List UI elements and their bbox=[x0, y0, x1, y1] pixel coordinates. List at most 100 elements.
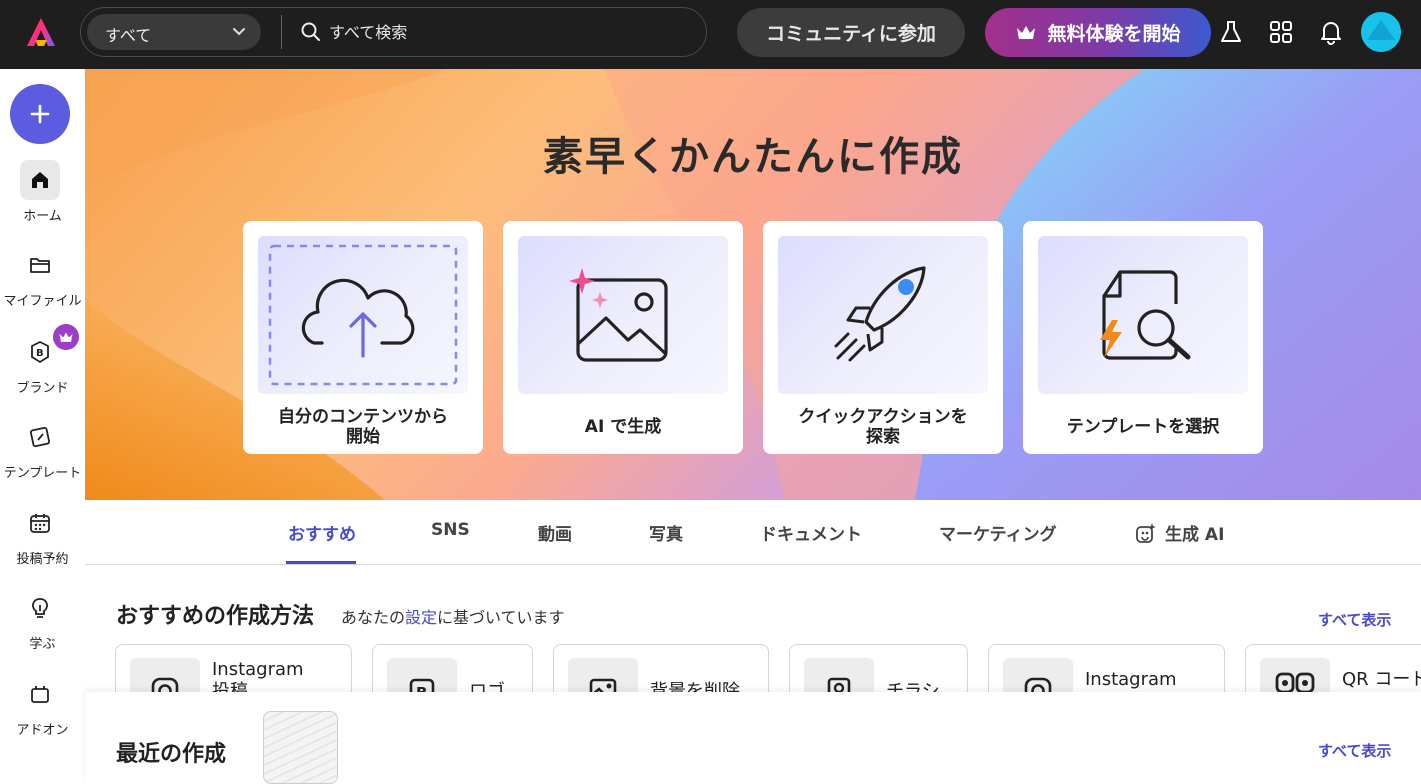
search-icon bbox=[301, 22, 320, 41]
start-from-content-card[interactable]: 自分のコンテンツから 開始 bbox=[243, 221, 483, 454]
choose-template-card[interactable]: テンプレートを選択 bbox=[1023, 221, 1263, 454]
tab-marketing[interactable]: マーケティング bbox=[939, 520, 1057, 545]
chevron-down-icon bbox=[233, 28, 245, 36]
active-tab-indicator bbox=[286, 561, 356, 564]
tab-recommended[interactable]: おすすめ bbox=[288, 520, 356, 545]
recent-see-all-link[interactable]: すべて表示 bbox=[1318, 740, 1391, 761]
recommended-card-logo[interactable]: B ロゴ bbox=[372, 644, 533, 692]
card-illustration bbox=[778, 236, 988, 394]
category-tabs: おすすめ SNS 動画 写真 ドキュメント マーケティング 生成 AI bbox=[85, 500, 1421, 565]
search-input[interactable] bbox=[329, 16, 689, 48]
sidebar-item-label: ホーム bbox=[23, 209, 62, 224]
card-label: クイックアクションを 探索 bbox=[763, 407, 1003, 447]
explore-quick-actions-card[interactable]: クイックアクションを 探索 bbox=[763, 221, 1003, 454]
create-new-button[interactable] bbox=[10, 84, 70, 144]
recommended-strip: Instagram 投稿 B ロゴ 背景を削除 チラシ bbox=[85, 644, 1421, 692]
folder-icon-wrap bbox=[20, 245, 60, 285]
card-label: 自分のコンテンツから 開始 bbox=[243, 407, 483, 447]
folder-icon bbox=[30, 258, 50, 273]
search-scope-label: すべて bbox=[105, 26, 152, 45]
search-scope-select[interactable]: すべて bbox=[87, 14, 261, 50]
recommended-card-instagram[interactable]: Instagram bbox=[988, 644, 1225, 692]
sparkle-image-icon bbox=[1136, 522, 1156, 543]
avatar-graphic bbox=[1361, 12, 1401, 52]
sidebar-item-label: 学ぶ bbox=[29, 637, 56, 652]
recommended-subtitle-prefix: あなたの bbox=[341, 608, 406, 627]
card-illustration bbox=[258, 236, 468, 394]
sidebar-item-schedule[interactable]: 投稿予約 bbox=[0, 503, 85, 573]
premium-crown-badge bbox=[53, 324, 79, 350]
recommended-subtitle: あなたの設定に基づいています bbox=[341, 604, 565, 628]
card-illustration bbox=[1038, 236, 1248, 394]
card-thumb bbox=[1003, 658, 1073, 692]
start-free-trial-label: 無料体験を開始 bbox=[1047, 23, 1181, 45]
hero-banner: 素早くかんたんに作成 自分のコンテンツから 開始 AI で生成 クイックアクショ… bbox=[85, 69, 1421, 500]
recommended-title: おすすめの作成方法 bbox=[116, 604, 315, 629]
generate-with-ai-card[interactable]: AI で生成 bbox=[503, 221, 743, 454]
sidebar-item-learn[interactable]: 学ぶ bbox=[0, 588, 85, 658]
card-name: ロゴ bbox=[469, 681, 505, 692]
card-name: QR コード bbox=[1342, 669, 1421, 690]
start-free-trial-button[interactable]: 無料体験を開始 bbox=[985, 8, 1211, 57]
apps-grid-icon[interactable] bbox=[1268, 19, 1294, 45]
card-thumb bbox=[130, 658, 200, 692]
recommended-see-all-link[interactable]: すべて表示 bbox=[1318, 609, 1391, 630]
card-name: Instagram 投稿 bbox=[212, 659, 304, 692]
tab-sns[interactable]: SNS bbox=[431, 520, 470, 540]
search-bar: すべて bbox=[80, 7, 707, 57]
sidebar-item-addons[interactable]: アドオン bbox=[0, 674, 85, 744]
calendar-icon-wrap bbox=[20, 503, 60, 543]
bell-icon[interactable] bbox=[1318, 19, 1344, 45]
recent-title: 最近の作成 bbox=[116, 742, 227, 767]
crown-icon bbox=[1017, 25, 1036, 39]
card-label: テンプレートを選択 bbox=[1023, 417, 1263, 437]
template-icon-wrap bbox=[20, 417, 60, 457]
logo-icon: B bbox=[409, 678, 435, 692]
settings-link[interactable]: 設定 bbox=[405, 608, 437, 627]
search-divider bbox=[281, 15, 282, 49]
cloud-upload-icon bbox=[268, 244, 458, 386]
tab-generative-ai-label: 生成 AI bbox=[1165, 525, 1225, 545]
crown-icon bbox=[59, 331, 73, 342]
adobe-express-logo[interactable] bbox=[24, 16, 58, 50]
brand-icon: B bbox=[31, 340, 49, 364]
tab-photo[interactable]: 写真 bbox=[649, 520, 683, 545]
addon-icon bbox=[31, 686, 49, 703]
sidebar-item-label: ブランド bbox=[16, 381, 69, 396]
svg-text:B: B bbox=[416, 684, 427, 692]
flask-icon[interactable] bbox=[1218, 19, 1244, 45]
recent-item-thumbnail[interactable] bbox=[263, 711, 338, 784]
rocket-icon bbox=[834, 266, 926, 362]
recommended-card-instagram-post[interactable]: Instagram 投稿 bbox=[115, 644, 352, 692]
card-label-line: AI で生成 bbox=[584, 417, 662, 437]
card-label-line: クイックアクションを 探索 bbox=[798, 407, 968, 447]
svg-text:B: B bbox=[36, 348, 44, 359]
recommended-card-qr-code[interactable]: QR コード bbox=[1245, 644, 1421, 692]
instagram-icon bbox=[151, 677, 179, 692]
addon-icon-wrap bbox=[20, 674, 60, 714]
recommended-card-remove-background[interactable]: 背景を削除 bbox=[553, 644, 769, 692]
join-community-label: コミュニティに参加 bbox=[766, 23, 936, 45]
sidebar-item-templates[interactable]: テンプレート bbox=[0, 417, 85, 487]
calendar-icon bbox=[30, 514, 50, 533]
card-illustration bbox=[518, 236, 728, 394]
sidebar-item-brand[interactable]: B ブランド bbox=[0, 324, 85, 402]
card-thumb bbox=[1260, 658, 1330, 692]
sidebar-item-label: アドオン bbox=[16, 723, 69, 738]
card-name: チラシ bbox=[886, 681, 940, 692]
lightbulb-icon bbox=[32, 598, 48, 618]
recommended-card-flyer[interactable]: チラシ bbox=[789, 644, 968, 692]
sidebar-item-home[interactable]: ホーム bbox=[0, 160, 85, 230]
sidebar-item-my-files[interactable]: マイファイル bbox=[0, 245, 85, 315]
card-name: 背景を削除 bbox=[650, 681, 740, 692]
user-avatar[interactable] bbox=[1361, 12, 1401, 52]
card-label: AI で生成 bbox=[503, 417, 743, 437]
join-community-button[interactable]: コミュニティに参加 bbox=[737, 8, 965, 57]
tab-document[interactable]: ドキュメント bbox=[760, 520, 862, 545]
remove-bg-icon bbox=[589, 678, 617, 692]
card-label-line: テンプレートを選択 bbox=[1066, 417, 1220, 437]
sidebar: ホーム マイファイル B ブランド テンプレート 投稿予約 学ぶ アドオン bbox=[0, 69, 85, 784]
tab-generative-ai[interactable]: 生成 AI bbox=[1135, 520, 1224, 545]
tab-video[interactable]: 動画 bbox=[538, 520, 572, 545]
ai-image-icon bbox=[569, 268, 668, 362]
